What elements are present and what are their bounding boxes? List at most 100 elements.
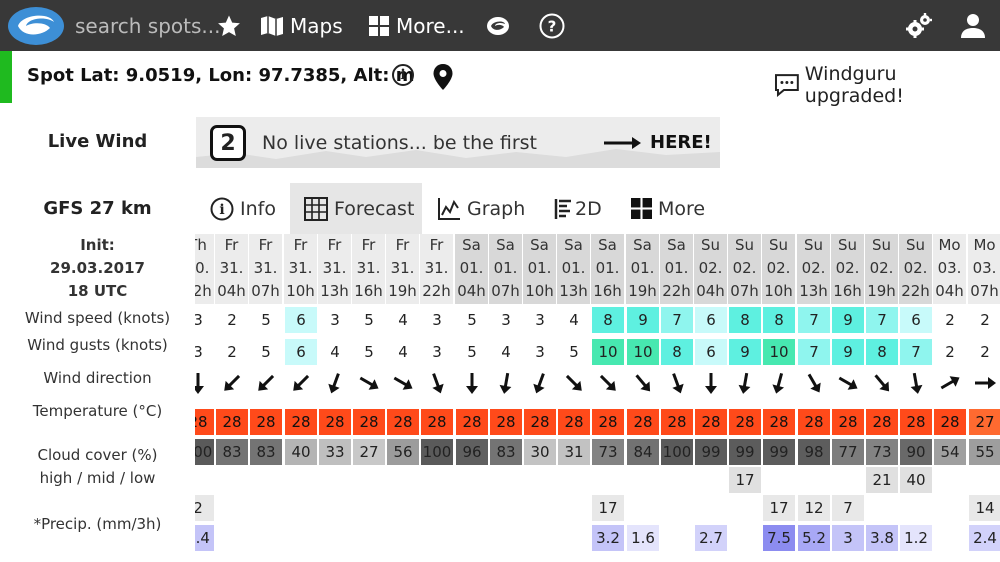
header-date: 02.: [801, 259, 826, 277]
spot-info-bar: Spot Lat: 9.0519, Lon: 97.7385, Alt: m i…: [0, 51, 1000, 107]
wind-gust-cell: 9: [832, 339, 864, 365]
maps-menu-button[interactable]: Maps: [260, 0, 343, 51]
table-grid-icon: [304, 196, 328, 221]
wind-direction-arrow-icon: [591, 370, 625, 396]
search-input[interactable]: search spots...: [75, 0, 220, 51]
header-date: 31.: [219, 259, 244, 277]
windguru-logo[interactable]: [6, 0, 66, 51]
temperature-cell: 28: [934, 409, 966, 435]
model-name: GFS 27 km: [43, 198, 152, 219]
tab-forecast[interactable]: Forecast: [290, 183, 422, 234]
cloud-high-cell: 27: [353, 439, 385, 465]
header-hour: 04h: [696, 282, 725, 300]
tab-info[interactable]: i Info: [210, 183, 276, 234]
logo-icon: [8, 6, 64, 45]
wind-gust-cell: 10: [627, 339, 659, 365]
wind-gust-cell: 6: [285, 339, 317, 365]
wind-speed-cell: 9: [832, 307, 864, 333]
cloud-high-cell: 83: [250, 439, 282, 465]
header-date: 31.: [356, 259, 381, 277]
wind-direction-arrow-icon: [626, 370, 660, 396]
station-badge: 2: [210, 125, 246, 161]
header-date: 02.: [869, 259, 894, 277]
info-circle-icon: i: [210, 197, 234, 220]
cloud-high-cell: 84: [627, 439, 659, 465]
temperature-cell: 28: [353, 409, 385, 435]
header-date: 30.: [195, 259, 210, 277]
more-menu-button[interactable]: More...: [369, 0, 465, 51]
wind-direction-arrow-icon: [386, 370, 420, 396]
wind-gust-cell: 5: [558, 339, 590, 365]
windguru-swirl-icon[interactable]: [486, 0, 510, 51]
favorites-star-icon[interactable]: [217, 0, 241, 51]
tab-graph[interactable]: Graph: [437, 183, 525, 234]
help-icon[interactable]: ?: [539, 0, 565, 51]
wind-direction-arrow-icon: [523, 370, 557, 396]
header-day: Su: [803, 236, 824, 254]
cloud-high-cell: 73: [592, 439, 624, 465]
forecast-table: Th30.22h332810024.4Fr31.04h222883Fr31.07…: [195, 234, 1000, 562]
cloud-layers-label: high / mid / low: [39, 469, 156, 487]
wind-speed-cell: 2: [969, 307, 1000, 333]
init-time: 18 UTC: [67, 282, 128, 300]
header-date: 01.: [664, 259, 689, 277]
tab-more[interactable]: More: [631, 183, 705, 234]
spot-info-icon[interactable]: i: [392, 64, 414, 86]
header-date: 31.: [390, 259, 415, 277]
maps-label: Maps: [290, 13, 343, 38]
temperature-cell: 27: [969, 409, 1000, 435]
wind-direction-arrow-icon: [215, 370, 249, 396]
temperature-cell: 28: [866, 409, 898, 435]
wind-speed-cell: 7: [798, 307, 830, 333]
wind-gust-cell: 4: [490, 339, 522, 365]
temperature-cell: 28: [250, 409, 282, 435]
precip-cell: 7.5: [763, 525, 795, 551]
location-pin-icon[interactable]: [433, 64, 453, 90]
cloud-high-cell: 54: [934, 439, 966, 465]
wind-speed-cell: 5: [456, 307, 488, 333]
wind-direction-arrow-icon: [318, 370, 352, 396]
settings-gears-icon[interactable]: [906, 0, 932, 51]
header-hour: 22h: [422, 282, 451, 300]
header-hour: 07h: [251, 282, 280, 300]
live-wind-banner[interactable]: 2 No live stations... be the first HERE!: [196, 117, 720, 168]
header-date: 31.: [288, 259, 313, 277]
windguru-upgraded-link[interactable]: Windguru upgraded!: [774, 63, 1000, 107]
grid-more-icon: [631, 198, 652, 219]
wind-gust-cell: 6: [695, 339, 727, 365]
wind-direction-arrow-icon: [195, 370, 215, 396]
header-day: Sa: [462, 236, 481, 254]
precip-cell: 3: [832, 525, 864, 551]
precip-cell: 2.7: [695, 525, 727, 551]
wind-speed-cell: 6: [285, 307, 317, 333]
forecast-column-header: Th 30. 22h: [195, 234, 214, 304]
header-day: Sa: [598, 236, 617, 254]
spot-title: Spot Lat: 9.0519, Lon: 97.7385, Alt: m: [27, 65, 415, 86]
header-day: Sa: [496, 236, 515, 254]
tab-2d[interactable]: 2D: [554, 183, 602, 234]
header-day: Fr: [327, 236, 342, 254]
cloud-high-cell: 99: [763, 439, 795, 465]
wind-direction-arrow-icon: [728, 370, 762, 396]
wind-speed-cell: 6: [900, 307, 932, 333]
wind-gust-cell: 10: [592, 339, 624, 365]
header-day: Fr: [395, 236, 410, 254]
tab-forecast-label: Forecast: [334, 197, 415, 220]
forecast-column-header: Sa 01. 07h: [489, 234, 522, 304]
header-date: 01.: [595, 259, 620, 277]
header-date: 31.: [424, 259, 449, 277]
header-day: Sa: [633, 236, 652, 254]
svg-text:i: i: [219, 202, 224, 218]
header-hour: 10h: [525, 282, 554, 300]
forecast-column-header: Fr 31. 16h: [352, 234, 385, 304]
user-account-icon[interactable]: [961, 0, 985, 51]
wind-speed-label: Wind speed (knots): [24, 309, 171, 327]
wind-gust-cell: 4: [387, 339, 419, 365]
cloud-high-cell: 77: [832, 439, 864, 465]
live-wind-cta[interactable]: HERE!: [650, 132, 712, 153]
forecast-column-header: Su 02. 04h: [694, 234, 727, 304]
header-day: Fr: [224, 236, 239, 254]
forecast-column-header: Mo 03. 04h: [933, 234, 966, 304]
cloud-high-cell: 73: [866, 439, 898, 465]
header-day: Th: [195, 236, 207, 254]
